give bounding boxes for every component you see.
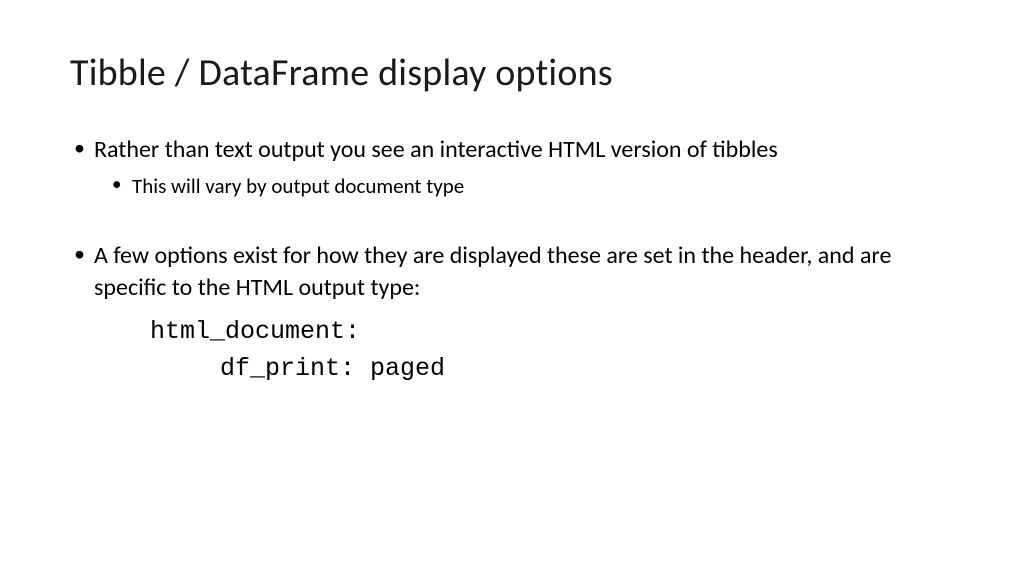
bullet-item: A few options exist for how they are dis… — [70, 240, 954, 302]
code-line: html_document: — [70, 313, 954, 351]
bullet-item: Rather than text output you see an inter… — [70, 134, 954, 165]
slide-content: Rather than text output you see an inter… — [70, 134, 954, 388]
slide-title: Tibble / DataFrame display options — [70, 50, 954, 96]
code-block: html_document: df_print: paged — [70, 313, 954, 388]
bullet-subitem: This will vary by output document type — [70, 173, 954, 200]
code-line: df_print: paged — [70, 350, 954, 388]
